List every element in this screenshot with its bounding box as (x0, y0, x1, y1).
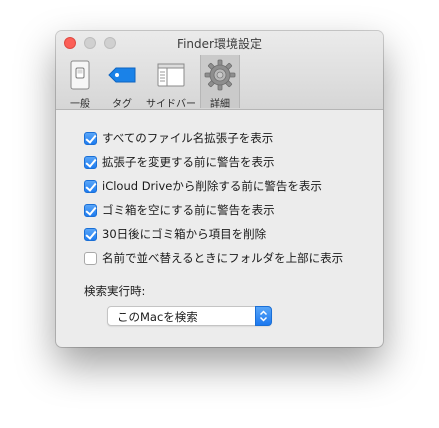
option-warn-extension-change[interactable]: 拡張子を変更する前に警告を表示 (84, 153, 275, 171)
checkbox[interactable] (84, 251, 97, 265)
checkbox[interactable] (84, 131, 97, 145)
tab-general-label: 一般 (70, 99, 90, 110)
option-label: 名前で並べ替えるときにフォルダを上部に表示 (102, 251, 344, 265)
tab-sidebar-label: サイドバー (146, 99, 196, 110)
checkbox[interactable] (84, 203, 97, 217)
tab-advanced-label: 詳細 (210, 99, 230, 110)
option-show-extensions[interactable]: すべてのファイル名拡張子を表示 (84, 129, 273, 147)
general-switch-icon (70, 60, 90, 90)
title-toolbar: Finder環境設定 一般 タグ サイドバー 詳細 (56, 31, 383, 110)
advanced-pane: すべてのファイル名拡張子を表示 拡張子を変更する前に警告を表示 iCloud D… (56, 110, 383, 347)
tab-sidebar[interactable]: サイドバー (142, 55, 200, 110)
tag-icon (108, 67, 136, 83)
search-scope-popup[interactable]: このMacを検索 (107, 306, 272, 326)
option-label: すべてのファイル名拡張子を表示 (102, 131, 274, 145)
checkbox[interactable] (84, 179, 97, 193)
tab-advanced[interactable]: 詳細 (200, 55, 240, 110)
option-label: ゴミ箱を空にする前に警告を表示 (102, 203, 275, 217)
option-label: 拡張子を変更する前に警告を表示 (102, 155, 275, 169)
sidebar-icon (157, 63, 185, 87)
popup-arrows[interactable] (255, 306, 272, 326)
tab-tags[interactable]: タグ (102, 55, 142, 110)
window-title: Finder環境設定 (177, 37, 262, 51)
option-label: 30日後にゴミ箱から項目を削除 (102, 227, 267, 241)
option-folders-on-top[interactable]: 名前で並べ替えるときにフォルダを上部に表示 (84, 249, 343, 267)
search-scope-label: 検索実行時: (84, 284, 146, 298)
tab-general[interactable]: 一般 (60, 55, 100, 110)
search-scope-value: このMacを検索 (117, 310, 198, 324)
option-warn-icloud-remove[interactable]: iCloud Driveから削除する前に警告を表示 (84, 177, 322, 195)
finder-preferences-window: Finder環境設定 一般 タグ サイドバー 詳細 すべてのファイル名拡張子を表… (56, 31, 383, 347)
option-remove-trash-30-days[interactable]: 30日後にゴミ箱から項目を削除 (84, 225, 266, 243)
checkbox[interactable] (84, 155, 97, 169)
option-warn-empty-trash[interactable]: ゴミ箱を空にする前に警告を表示 (84, 201, 275, 219)
option-label: iCloud Driveから削除する前に警告を表示 (102, 179, 322, 193)
up-down-chevron-icon (259, 310, 268, 322)
gear-icon (204, 59, 236, 91)
tab-tags-label: タグ (112, 99, 132, 110)
checkbox[interactable] (84, 227, 97, 241)
